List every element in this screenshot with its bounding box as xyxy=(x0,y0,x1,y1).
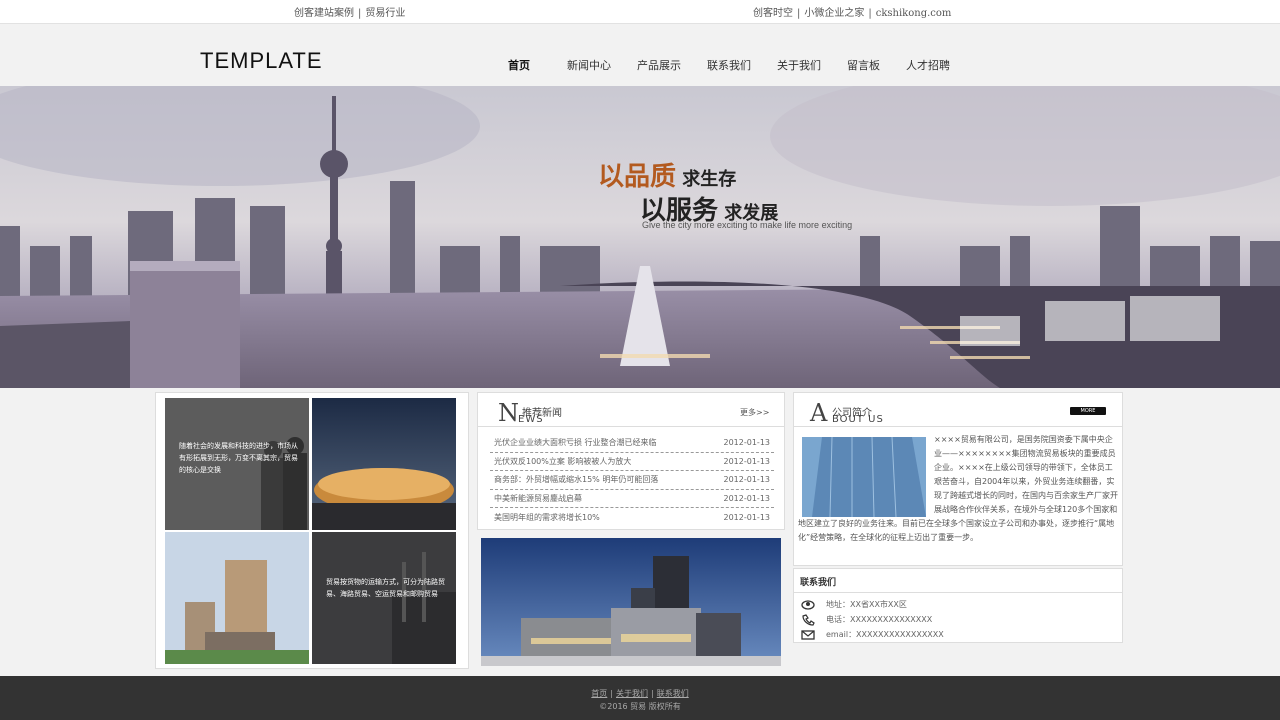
main-nav: 首页 新闻中心 产品展示 联系我们 关于我们 留言板 人才招聘 xyxy=(496,57,976,73)
slogan-quality-em: 以品质 xyxy=(598,162,677,192)
top-bar-left: 创客建站案例 | 贸易行业 xyxy=(294,4,405,19)
gallery-text-1: 随着社会的发展和科技的进步，市场从有形拓展到无形，万变不离其宗，贸易的核心是交换 xyxy=(179,442,298,474)
footer-separator: | xyxy=(651,689,654,698)
gallery-tile-port[interactable]: 贸易按货物的运输方式，可分为陆路贸易、海路贸易、空运贸易和邮购贸易 xyxy=(312,532,456,664)
slogan-quality: 以品质 求生存 xyxy=(598,156,736,193)
footer-link-home[interactable]: 首页 xyxy=(591,689,607,698)
news-item-date: 2012-01-13 xyxy=(723,456,771,466)
top-separator: | xyxy=(868,8,872,19)
news-letter: N xyxy=(498,399,519,427)
top-separator: | xyxy=(797,8,801,19)
contact-address: 地址：XX省XX市XX区 xyxy=(826,600,907,609)
footer-link-about[interactable]: 关于我们 xyxy=(616,689,648,698)
email-icon xyxy=(798,628,818,642)
nav-home[interactable]: 首页 xyxy=(508,57,530,73)
top-link-cases[interactable]: 创客建站案例 xyxy=(294,8,354,19)
gallery-tile-stadium[interactable] xyxy=(312,398,456,530)
news-item-title: 美国明年组的需求将增长10% xyxy=(494,512,600,522)
footer-link-contact[interactable]: 联系我们 xyxy=(657,689,689,698)
nav-products[interactable]: 产品展示 xyxy=(637,57,681,73)
news-header: N 推荐新闻 EWS 更多>> xyxy=(478,393,784,427)
about-title-en: BOUT US xyxy=(832,414,884,425)
news-item[interactable]: 美国明年组的需求将增长10% 2012-01-13 xyxy=(490,508,774,527)
news-item[interactable]: 中美新能源贸易鏖战启幕 2012-01-13 xyxy=(490,490,774,508)
footer-separator: | xyxy=(610,689,613,698)
contact-email: email：XXXXXXXXXXXXXXXX xyxy=(826,630,944,639)
news-item-date: 2012-01-13 xyxy=(723,493,771,503)
news-item-title: 光伏双反100%立案 影响被被人为放大 xyxy=(494,456,632,466)
contact-address-row: 地址：XX省XX市XX区 xyxy=(794,597,1122,612)
news-item-date: 2012-01-13 xyxy=(723,438,771,448)
gallery-text-2: 贸易按货物的运输方式，可分为陆路贸易、海路贸易、空运贸易和邮购贸易 xyxy=(326,578,445,598)
news-box: N 推荐新闻 EWS 更多>> 光伏企业业绩大面积亏损 行业整合潮已经来临 201… xyxy=(477,392,785,530)
image-gallery: 随着社会的发展和科技的进步，市场从有形拓展到无形，万变不离其宗，贸易的核心是交换… xyxy=(155,392,469,669)
news-item-date: 2012-01-13 xyxy=(723,512,771,522)
footer-links: 首页 | 关于我们 | 联系我们 xyxy=(0,676,1280,699)
stadium-image xyxy=(312,398,456,530)
site-header: TEMPLATE 首页 新闻中心 产品展示 联系我们 关于我们 留言板 人才招聘 xyxy=(0,24,1280,86)
news-item-date: 2012-01-13 xyxy=(723,475,771,485)
site-logo[interactable]: TEMPLATE xyxy=(200,48,323,74)
city-skyline-image xyxy=(0,86,1280,388)
nav-news[interactable]: 新闻中心 xyxy=(567,57,611,73)
news-item[interactable]: 光伏双反100%立案 影响被被人为放大 2012-01-13 xyxy=(490,453,774,471)
slogan-quality-rest: 求生存 xyxy=(682,169,737,190)
news-item[interactable]: 光伏企业业绩大面积亏损 行业整合潮已经来临 2012-01-13 xyxy=(490,434,774,453)
top-link-ckshikong[interactable]: 创客时空 xyxy=(753,8,793,19)
gallery-tile-highrise[interactable] xyxy=(165,532,309,664)
building-image[interactable] xyxy=(481,538,781,666)
site-footer: 首页 | 关于我们 | 联系我们 ©2016 贸易 版权所有 xyxy=(0,676,1280,720)
contact-email-row: email：XXXXXXXXXXXXXXXX xyxy=(794,627,1122,642)
about-building-image xyxy=(802,437,926,517)
news-item[interactable]: 商务部：外贸增幅或缩水15% 明年仍可能回落 2012-01-13 xyxy=(490,471,774,490)
hero-banner: 以品质 求生存 以服务 求发展 Give the city more excit… xyxy=(0,86,1280,388)
news-item-title: 中美新能源贸易鏖战启幕 xyxy=(494,493,582,503)
phone-icon xyxy=(798,613,818,627)
nav-about[interactable]: 关于我们 xyxy=(777,57,821,73)
about-more-button[interactable]: MORE xyxy=(1070,407,1106,415)
about-box: A 公司简介 BOUT US MORE ××××贸易有限公司，是国务院国资委下属… xyxy=(793,392,1123,566)
top-link-sme-home[interactable]: 小微企业之家 xyxy=(804,8,864,19)
news-item-title: 光伏企业业绩大面积亏损 行业整合潮已经来临 xyxy=(494,438,657,448)
top-link-domain[interactable]: ckshikong.com xyxy=(876,8,952,19)
about-more-label: MORE xyxy=(1080,408,1096,414)
news-more-link[interactable]: 更多>> xyxy=(740,407,769,418)
contact-title: 联系我们 xyxy=(794,569,1122,593)
top-bar: 创客建站案例 | 贸易行业 创客时空 | 小微企业之家 | ckshikong.com xyxy=(0,0,1280,24)
contact-phone-row: 电话：XXXXXXXXXXXXXXX xyxy=(794,612,1122,627)
highrise-image xyxy=(165,532,309,664)
about-letter: A xyxy=(810,399,828,427)
top-bar-right: 创客时空 | 小微企业之家 | ckshikong.com xyxy=(753,4,951,19)
slogan-subtitle: Give the city more exciting to make life… xyxy=(642,220,853,230)
office-building-image xyxy=(481,538,781,666)
about-header: A 公司简介 BOUT US MORE xyxy=(794,393,1122,427)
news-item-title: 商务部：外贸增幅或缩水15% 明年仍可能回落 xyxy=(494,475,659,485)
map-pin-icon xyxy=(798,598,818,612)
footer-copyright: ©2016 贸易 版权所有 xyxy=(599,702,681,711)
top-separator: | xyxy=(358,8,362,19)
top-link-trade[interactable]: 贸易行业 xyxy=(365,8,405,19)
nav-contact[interactable]: 联系我们 xyxy=(707,57,751,73)
contact-phone: 电话：XXXXXXXXXXXXXXX xyxy=(826,615,933,624)
news-list: 光伏企业业绩大面积亏损 行业整合潮已经来临 2012-01-13 光伏双反100%… xyxy=(490,434,774,527)
contact-box: 联系我们 地址：XX省XX市XX区 电话：XXXXXXXXXXXXXXX ema… xyxy=(793,568,1123,643)
nav-guestbook[interactable]: 留言板 xyxy=(847,57,880,73)
nav-jobs[interactable]: 人才招聘 xyxy=(906,57,950,73)
news-title-en: EWS xyxy=(518,414,544,425)
about-content: ××××贸易有限公司，是国务院国资委下属中央企业——××××××××集团物流贸易… xyxy=(798,433,1120,545)
gallery-tile-handshake[interactable]: 随着社会的发展和科技的进步，市场从有形拓展到无形，万变不离其宗，贸易的核心是交换 xyxy=(165,398,309,530)
